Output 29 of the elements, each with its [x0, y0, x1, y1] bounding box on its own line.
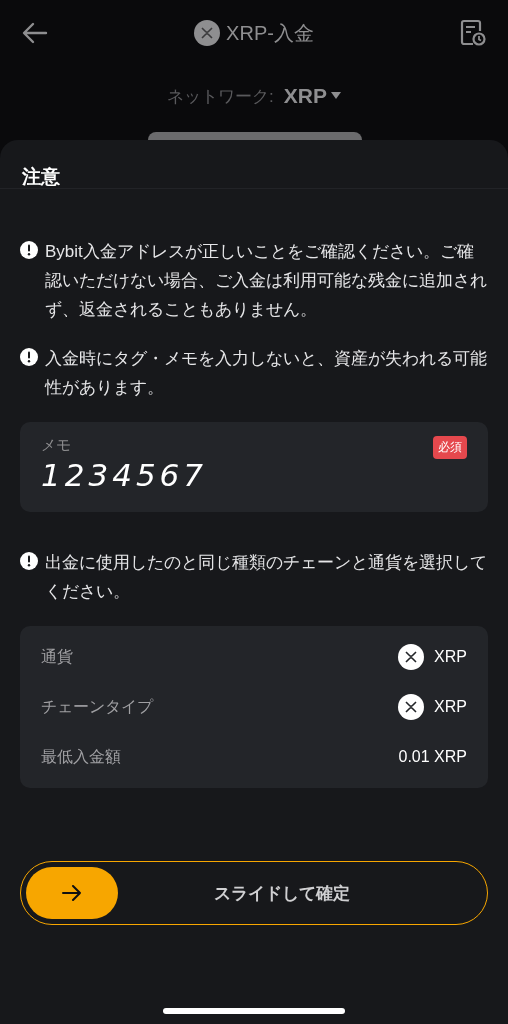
detail-value: XRP [434, 698, 467, 716]
memo-label: メモ [41, 436, 72, 455]
page-title: XRP-入金 [226, 20, 314, 46]
notice-text: 出金に使用したのと同じ種類のチェーンと通貨を選択してください。 [45, 552, 488, 603]
exclamation-icon [20, 241, 38, 259]
back-arrow-icon[interactable] [22, 22, 48, 44]
detail-value: XRP [434, 648, 467, 666]
sheet-title: 注意 [0, 140, 508, 189]
required-badge: 必須 [433, 436, 467, 459]
network-dropdown[interactable]: XRP [283, 84, 341, 108]
xrp-coin-icon [194, 20, 221, 46]
history-document-icon[interactable] [460, 19, 486, 47]
network-label: ネットワーク: [167, 85, 274, 108]
right-arrow-icon [62, 885, 82, 901]
notice-text: Bybit入金アドレスが正しいことをご確認ください。ご確認いただけない場合、ご入金は利用可能な残金に追加されず、返金されることもありません。 [45, 241, 488, 321]
slide-label: スライドして確定 [212, 882, 351, 905]
xrp-coin-icon [398, 644, 425, 670]
exclamation-icon [20, 348, 38, 366]
detail-label: チェーンタイプ [41, 696, 153, 717]
detail-label: 通貨 [41, 646, 73, 667]
caret-icon [330, 92, 341, 100]
memo-value: 1234567 [41, 457, 208, 493]
notice-text: 入金時にタグ・メモを入力しないと、資産が失われる可能性があります。 [45, 348, 488, 399]
slider-thumb[interactable] [26, 867, 118, 919]
detail-value: 0.01 XRP [398, 748, 467, 766]
xrp-coin-icon [398, 694, 425, 720]
memo-field[interactable]: メモ 1234567 必須 [20, 422, 488, 512]
exclamation-icon [20, 552, 38, 570]
detail-label: 最低入金額 [41, 746, 121, 767]
